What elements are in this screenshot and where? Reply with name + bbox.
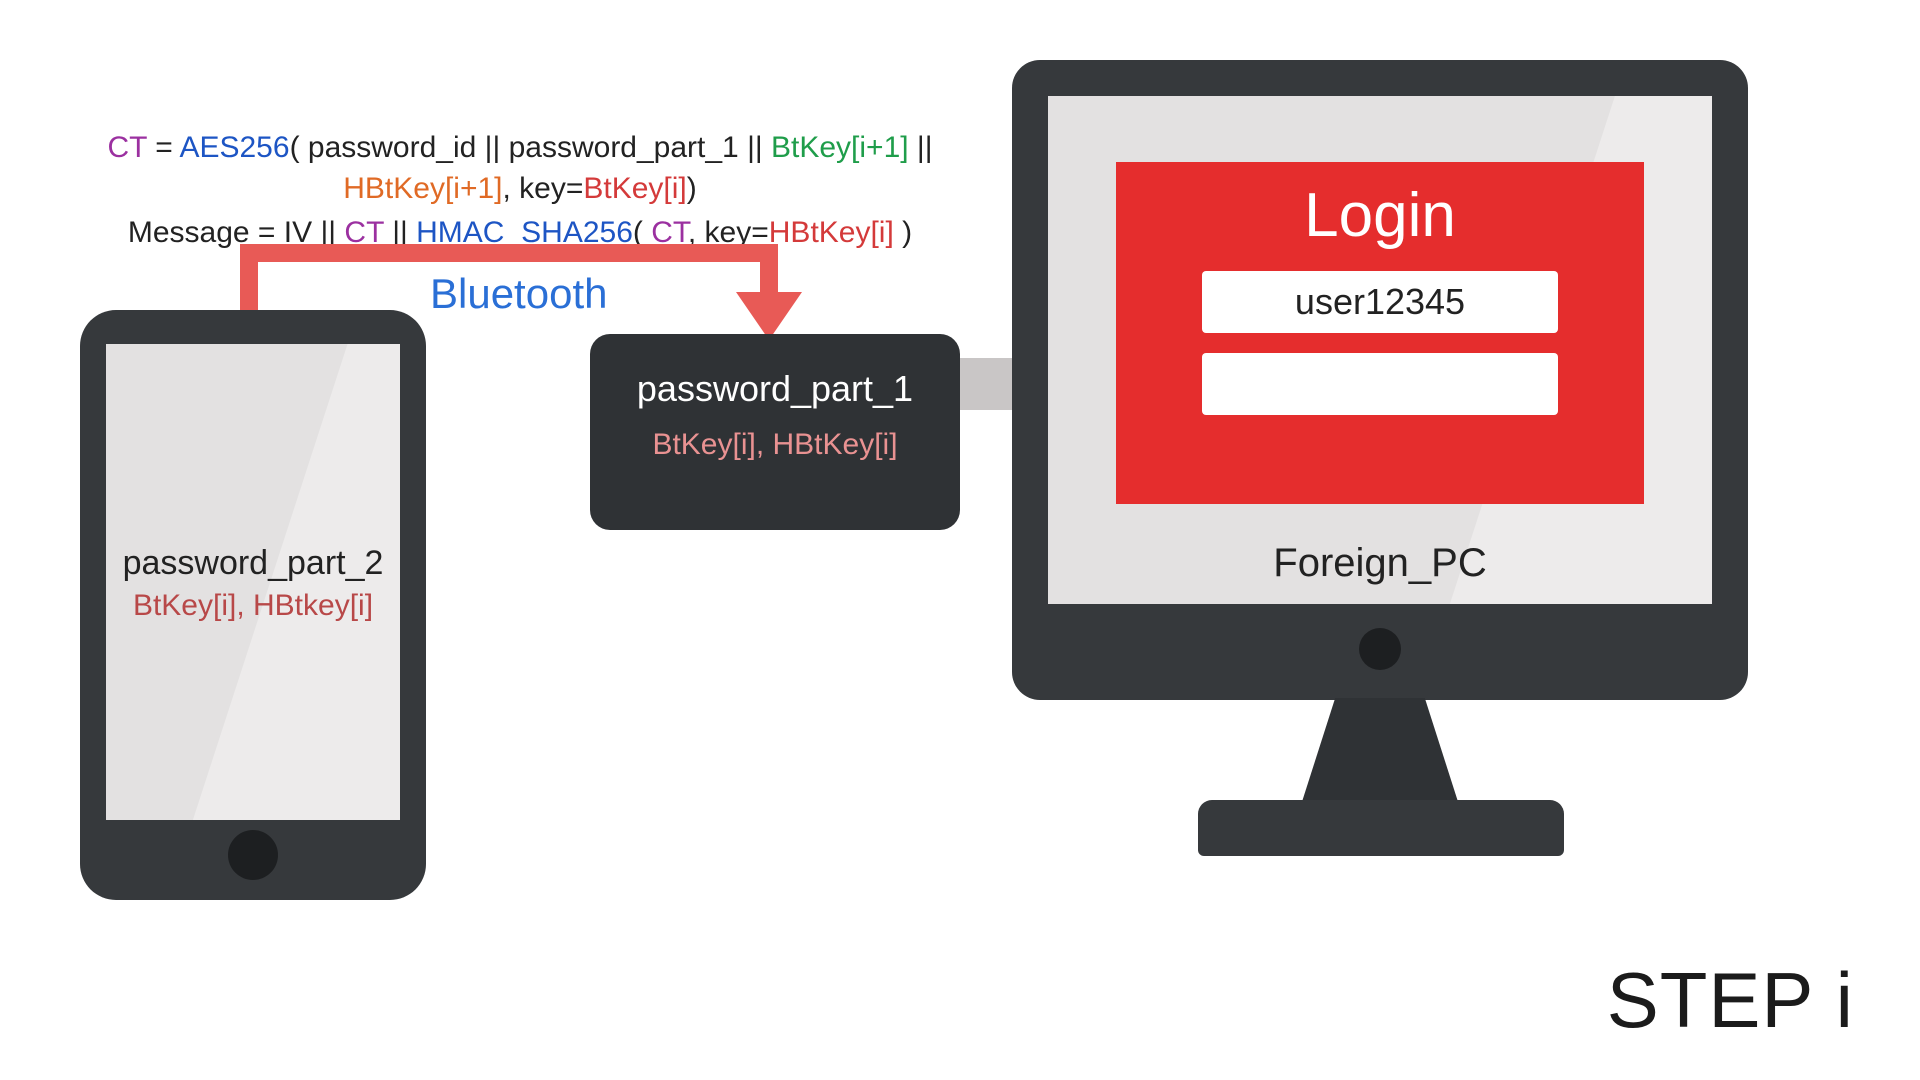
login-panel: Login user12345 [1116, 162, 1644, 504]
phone-text-block: password_part_2 BtKey[i], HBtkey[i] [106, 544, 400, 623]
password-field[interactable] [1202, 353, 1558, 415]
monitor-base [1198, 800, 1564, 856]
hbtkey-next: HBtKey[i+1] [343, 172, 502, 205]
phone-keys: BtKey[i], HBtkey[i] [114, 589, 392, 623]
phone-password-part: password_part_2 [114, 544, 392, 583]
usb-connector-icon [950, 358, 1020, 410]
usb-password-part: password_part_1 [590, 368, 960, 410]
aes-func: AES256 [179, 131, 289, 164]
btkey-current: BtKey[i] [583, 172, 686, 205]
password-id: password_id [308, 131, 476, 164]
btkey-next: BtKey[i+1] [771, 131, 909, 164]
usb-keys: BtKey[i], HBtKey[i] [590, 428, 960, 462]
ct-var: CT [107, 131, 146, 164]
pc-label: Foreign_PC [1048, 541, 1712, 586]
monitor-power-button-icon [1359, 628, 1401, 670]
encryption-formula: CT = AES256( password_id || password_par… [40, 128, 1000, 254]
username-field[interactable]: user12345 [1202, 271, 1558, 333]
monitor-screen: Login user12345 Foreign_PC [1048, 96, 1712, 604]
arrow-head-icon [736, 292, 802, 340]
phone-screen: password_part_2 BtKey[i], HBtkey[i] [106, 344, 400, 820]
arrow-segment [240, 244, 778, 262]
monitor-neck [1300, 698, 1460, 808]
bluetooth-label: Bluetooth [430, 270, 607, 318]
password-part-1: password_part_1 [509, 131, 739, 164]
phone-device: password_part_2 BtKey[i], HBtkey[i] [80, 310, 426, 900]
hbtkey-current: HBtKey[i] [769, 216, 894, 249]
login-title: Login [1116, 180, 1644, 251]
usb-device: password_part_1 BtKey[i], HBtKey[i] [590, 334, 960, 530]
monitor-device: Login user12345 Foreign_PC [1012, 60, 1748, 700]
step-label: STEP i [1607, 955, 1854, 1046]
formula-line-1: CT = AES256( password_id || password_par… [40, 128, 1000, 209]
phone-home-button-icon [228, 830, 278, 880]
arrow-segment [760, 244, 778, 298]
